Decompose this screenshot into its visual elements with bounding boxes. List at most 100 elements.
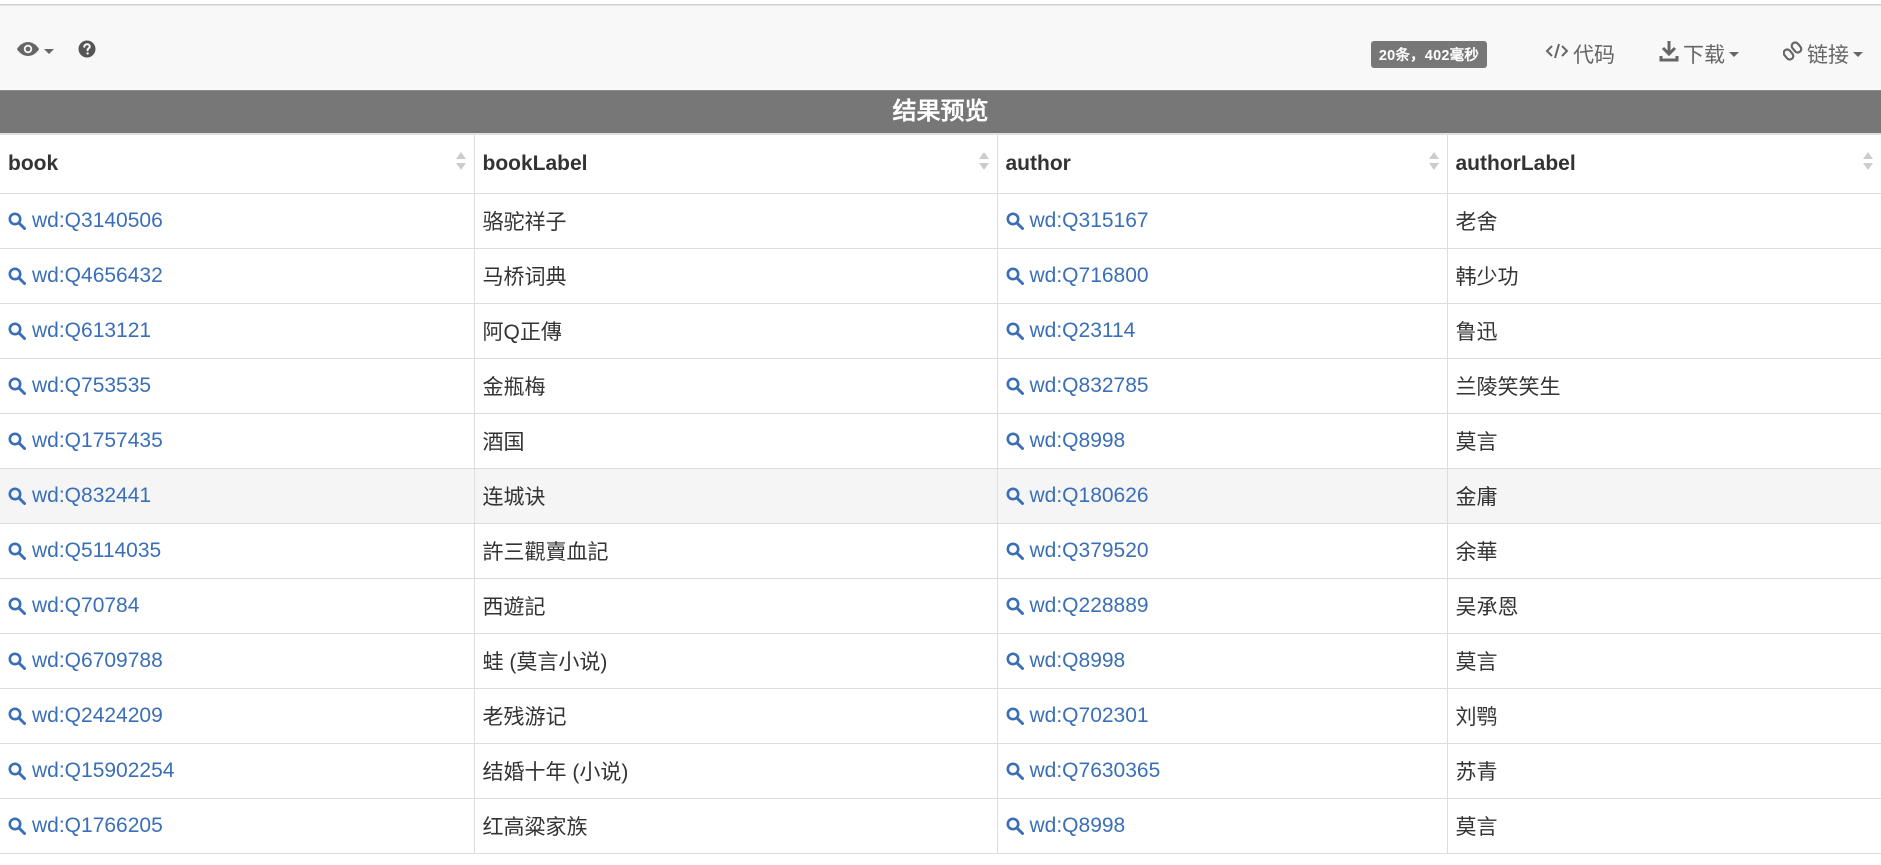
- author-entity-link[interactable]: wd:Q315167: [1006, 209, 1439, 233]
- book-entity-link[interactable]: wd:Q4656432: [8, 264, 466, 288]
- sort-icon[interactable]: [1863, 152, 1873, 170]
- book-entity-link[interactable]: wd:Q15902254: [8, 759, 466, 783]
- author-entity-link[interactable]: wd:Q8998: [1006, 814, 1439, 838]
- cell-author: wd:Q379520: [997, 523, 1448, 579]
- search-icon[interactable]: [1006, 597, 1030, 615]
- cell-bookLabel: 骆驼祥子: [474, 193, 998, 249]
- author-entity-link[interactable]: wd:Q702301: [1006, 704, 1439, 728]
- author-entity-link[interactable]: wd:Q716800: [1006, 264, 1439, 288]
- author-entity-link[interactable]: wd:Q8998: [1006, 429, 1439, 453]
- book-entity-link[interactable]: wd:Q70784: [8, 594, 466, 618]
- cell-book: wd:Q3140506: [0, 193, 475, 249]
- book-entity-link[interactable]: wd:Q1766205: [8, 814, 466, 838]
- table-row: wd:Q5114035 許三觀賣血記 wd:Q379520 余華: [0, 523, 1881, 579]
- book-id: wd:Q1757435: [32, 429, 163, 452]
- toolbar-right: 20条，402毫秒 代码 下载 链接: [1370, 39, 1863, 69]
- search-icon[interactable]: [8, 267, 32, 285]
- search-icon[interactable]: [8, 377, 32, 395]
- search-icon[interactable]: [8, 322, 32, 340]
- column-header-authorLabel[interactable]: authorLabel: [1447, 135, 1881, 194]
- author-entity-link[interactable]: wd:Q8998: [1006, 649, 1439, 673]
- cell-author: wd:Q832785: [997, 358, 1448, 414]
- table-row: wd:Q753535 金瓶梅 wd:Q832785 兰陵笑笑生: [0, 358, 1881, 414]
- search-icon[interactable]: [1006, 212, 1030, 230]
- search-icon[interactable]: [1006, 707, 1030, 725]
- search-icon[interactable]: [1006, 542, 1030, 560]
- bookLabel-text: 马桥词典: [482, 266, 567, 289]
- table-row: wd:Q3140506 骆驼祥子 wd:Q315167 老舍: [0, 193, 1881, 249]
- search-icon[interactable]: [8, 707, 32, 725]
- cell-authorLabel: 吴承恩: [1447, 578, 1881, 634]
- search-icon[interactable]: [8, 652, 32, 670]
- search-icon[interactable]: [8, 212, 32, 230]
- book-id: wd:Q1766205: [32, 814, 163, 837]
- search-icon[interactable]: [8, 487, 32, 505]
- search-icon[interactable]: [8, 542, 32, 560]
- column-header-bookLabel[interactable]: bookLabel: [474, 135, 998, 194]
- book-id: wd:Q5114035: [32, 539, 162, 562]
- cell-book: wd:Q15902254: [0, 743, 475, 799]
- author-id: wd:Q180626: [1029, 484, 1149, 507]
- sort-icon[interactable]: [978, 152, 989, 170]
- download-dropdown[interactable]: 下载: [1659, 39, 1739, 69]
- author-entity-link[interactable]: wd:Q379520: [1006, 539, 1439, 563]
- authorLabel-text: 莫言: [1455, 651, 1498, 674]
- authorLabel-text: 苏青: [1455, 761, 1498, 784]
- search-icon[interactable]: [8, 762, 32, 780]
- cell-book: wd:Q753535: [0, 358, 475, 414]
- cell-authorLabel: 韩少功: [1447, 248, 1881, 304]
- cell-bookLabel: 金瓶梅: [474, 358, 998, 414]
- book-entity-link[interactable]: wd:Q2424209: [8, 704, 466, 728]
- search-icon[interactable]: [1006, 817, 1030, 835]
- cell-bookLabel: 蛙 (莫言小说): [474, 633, 998, 689]
- search-icon[interactable]: [1006, 432, 1030, 450]
- display-mode-dropdown[interactable]: [16, 41, 54, 62]
- book-entity-link[interactable]: wd:Q5114035: [8, 539, 466, 563]
- cell-author: wd:Q23114: [997, 303, 1448, 359]
- book-entity-link[interactable]: wd:Q3140506: [8, 209, 466, 233]
- cell-author: wd:Q180626: [997, 468, 1448, 524]
- results-title: 结果预览: [0, 91, 1881, 135]
- book-entity-link[interactable]: wd:Q1757435: [8, 429, 466, 453]
- column-header-author[interactable]: author: [997, 135, 1448, 194]
- help-button[interactable]: [78, 40, 96, 63]
- column-header-book[interactable]: book: [0, 135, 475, 194]
- book-entity-link[interactable]: wd:Q6709788: [8, 649, 466, 673]
- sort-icon[interactable]: [1428, 152, 1439, 170]
- authorLabel-text: 鲁迅: [1455, 321, 1498, 344]
- cell-book: wd:Q613121: [0, 303, 475, 359]
- link-dropdown[interactable]: 链接: [1782, 39, 1863, 69]
- search-icon[interactable]: [1006, 762, 1030, 780]
- search-icon[interactable]: [1006, 267, 1030, 285]
- search-icon[interactable]: [8, 432, 32, 450]
- author-entity-link[interactable]: wd:Q7630365: [1006, 759, 1439, 783]
- search-icon[interactable]: [8, 597, 32, 615]
- bookLabel-text: 老残游记: [482, 706, 567, 729]
- search-icon[interactable]: [1006, 652, 1030, 670]
- cell-bookLabel: 阿Q正傳: [474, 303, 998, 359]
- column-header-label: book: [8, 152, 59, 175]
- book-entity-link[interactable]: wd:Q613121: [8, 319, 466, 343]
- author-entity-link[interactable]: wd:Q23114: [1006, 319, 1439, 343]
- cell-bookLabel: 结婚十年 (小说): [474, 743, 998, 799]
- code-button[interactable]: 代码: [1545, 39, 1615, 69]
- search-icon[interactable]: [1006, 377, 1030, 395]
- search-icon[interactable]: [1006, 487, 1030, 505]
- author-entity-link[interactable]: wd:Q180626: [1006, 484, 1439, 508]
- cell-book: wd:Q5114035: [0, 523, 475, 579]
- search-icon[interactable]: [1006, 322, 1030, 340]
- author-entity-link[interactable]: wd:Q832785: [1006, 374, 1439, 398]
- download-icon: [1659, 40, 1683, 68]
- cell-authorLabel: 刘鹗: [1447, 688, 1881, 744]
- bookLabel-text: 酒国: [482, 431, 525, 454]
- author-id: wd:Q379520: [1029, 539, 1149, 562]
- search-icon[interactable]: [8, 817, 32, 835]
- book-entity-link[interactable]: wd:Q753535: [8, 374, 466, 398]
- chevron-down-icon: [1853, 51, 1863, 57]
- author-entity-link[interactable]: wd:Q228889: [1006, 594, 1439, 618]
- cell-authorLabel: 苏青: [1447, 743, 1881, 799]
- cell-author: wd:Q716800: [997, 248, 1448, 304]
- book-entity-link[interactable]: wd:Q832441: [8, 484, 466, 508]
- column-header-label: authorLabel: [1455, 152, 1576, 175]
- sort-icon[interactable]: [455, 152, 466, 170]
